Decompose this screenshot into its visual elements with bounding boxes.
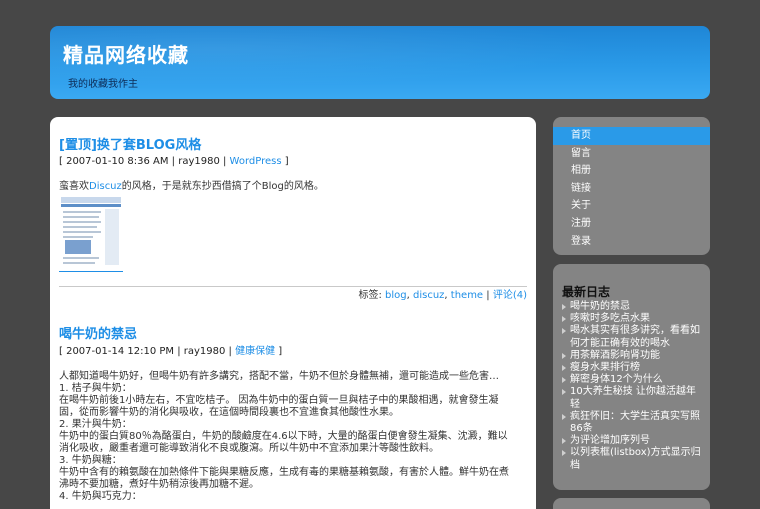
post-body: 蛮喜欢Discuz的风格，于是就东抄西借搞了个Blog的风格。 (59, 181, 527, 193)
tag-link[interactable]: blog (385, 290, 407, 301)
post-body-line: 消化吸收，嚴重者還可能導致消化不良或腹瀉。所以牛奶中不宜添加果汁等酸性飲料。 (59, 443, 439, 454)
post-title[interactable]: 喝牛奶的禁忌 (59, 326, 527, 343)
nav-item-album[interactable]: 相册 (553, 162, 710, 180)
post: [置顶]换了套BLOG风格 [ 2007-01-10 8:36 AM | ray… (59, 137, 527, 302)
post-category-link[interactable]: 健康保健 (235, 346, 275, 357)
post-body-line: 在喝牛奶前後1小時左右，不宜吃桔子。 因為牛奶中的蛋白質一旦與桔子中的果酸相遇，… (59, 395, 499, 406)
site-tagline: 我的收藏我作主 (68, 79, 138, 90)
post-meta: [ 2007-01-10 8:36 AM | ray1980 | WordPre… (59, 155, 527, 168)
post-body-line: 牛奶中的蛋白質80％為酪蛋白，牛奶的酸鹼度在4.6以下時，大量的酪蛋白便會發生凝… (59, 431, 508, 442)
recent-post-link[interactable]: 用茶解酒影响肾功能 (562, 350, 702, 362)
recent-posts-list: 喝牛奶的禁忌 咳嗽时多吃点水果 喝水其实有很多讲究，看看如何才能正确有效的喝水 … (562, 301, 702, 472)
tag-link[interactable]: discuz (413, 290, 444, 301)
post-body-text-end: 的风格，于是就东抄西借搞了个Blog的风格。 (121, 181, 324, 192)
recent-post-link[interactable]: 疯狂怀旧：大学生活真实写照86条 (562, 411, 702, 435)
post-body-line: 沸時不要加糖，煮好牛奶稍涼後再加糖不遲。 (59, 479, 259, 490)
post-divider (59, 286, 527, 287)
post-meta-suffix: ] (275, 346, 283, 357)
recent-post-link[interactable]: 喝水其实有很多讲究，看看如何才能正确有效的喝水 (562, 325, 702, 349)
post-meta-text: [ 2007-01-14 12:10 PM | ray1980 | (59, 346, 236, 357)
recent-post-link[interactable]: 瘦身水果排行榜 (562, 362, 702, 374)
post-body-line: 牛奶中含有的賴氨酸在加熱條件下能與果糖反應，生成有毒的果糖基賴氨酸，有害於人體。… (59, 467, 509, 478)
nav-item-guestbook[interactable]: 留言 (553, 145, 710, 163)
recent-posts-panel: 最新日志 喝牛奶的禁忌 咳嗽时多吃点水果 喝水其实有很多讲究，看看如何才能正确有… (553, 264, 710, 490)
recent-post-link[interactable]: 解密身体12个为什么 (562, 374, 702, 386)
post: 喝牛奶的禁忌 [ 2007-01-14 12:10 PM | ray1980 |… (59, 326, 527, 503)
nav-item-home[interactable]: 首页 (553, 127, 710, 145)
sidebar-nav: 首页 留言 相册 链接 关于 注册 登录 (553, 117, 710, 255)
post-body-line: 人都知道喝牛奶好，但喝牛奶有許多講究，搭配不當，牛奶不但於身體無補，還可能造成一… (59, 371, 499, 382)
post-title[interactable]: [置顶]换了套BLOG风格 (59, 137, 527, 154)
post-body: 人都知道喝牛奶好，但喝牛奶有許多講究，搭配不當，牛奶不但於身體無補，還可能造成一… (59, 371, 527, 503)
nav-item-about[interactable]: 关于 (553, 197, 710, 215)
post-body-line: 固，從而影響牛奶的消化與吸收，在這個時間段裏也不宜進食其他酸性水果。 (59, 407, 399, 418)
post-body-line: 1. 桔子與牛奶： (59, 383, 132, 394)
site-header: 精品网络收藏 我的收藏我作主 (50, 26, 710, 99)
post-meta-text: [ 2007-01-10 8:36 AM | ray1980 | (59, 156, 230, 167)
recent-post-link[interactable]: 10大养生秘技 让你越活越年轻 (562, 386, 702, 410)
post-body-line: 4. 牛奶與巧克力： (59, 491, 142, 502)
post-category-link[interactable]: WordPress (230, 156, 282, 167)
nav-item-links[interactable]: 链接 (553, 180, 710, 198)
site-title[interactable]: 精品网络收藏 (63, 39, 189, 68)
recent-posts-heading: 最新日志 (562, 285, 611, 299)
post-body-line: 2. 果汁與牛奶： (59, 419, 132, 430)
tag-link[interactable]: theme (451, 290, 483, 301)
post-tags: 标签: blog, discuz, theme | 评论(4) (358, 290, 527, 301)
post-meta-suffix: ] (281, 156, 289, 167)
post-body-line: 3. 牛奶與糖： (59, 455, 122, 466)
recent-post-link[interactable]: 咳嗽时多吃点水果 (562, 313, 702, 325)
post-thumbnail-image[interactable] (59, 196, 123, 272)
recent-post-link[interactable]: 为评论增加序列号 (562, 435, 702, 447)
recent-post-link[interactable]: 喝牛奶的禁忌 (562, 301, 702, 313)
recent-post-link[interactable]: 以列表框(listbox)方式显示归档 (562, 447, 702, 471)
nav-item-login[interactable]: 登录 (553, 233, 710, 251)
main-content: [置顶]换了套BLOG风格 [ 2007-01-10 8:36 AM | ray… (50, 117, 536, 509)
tags-label: 标签: (358, 290, 382, 301)
comments-link[interactable]: 评论(4) (493, 290, 527, 301)
post-body-text: 蛮喜欢 (59, 181, 89, 192)
post-meta: [ 2007-01-14 12:10 PM | ray1980 | 健康保健 ] (59, 345, 527, 358)
discuz-link[interactable]: Discuz (89, 181, 122, 192)
sidebar-panel-next (553, 498, 710, 509)
nav-item-register[interactable]: 注册 (553, 215, 710, 233)
